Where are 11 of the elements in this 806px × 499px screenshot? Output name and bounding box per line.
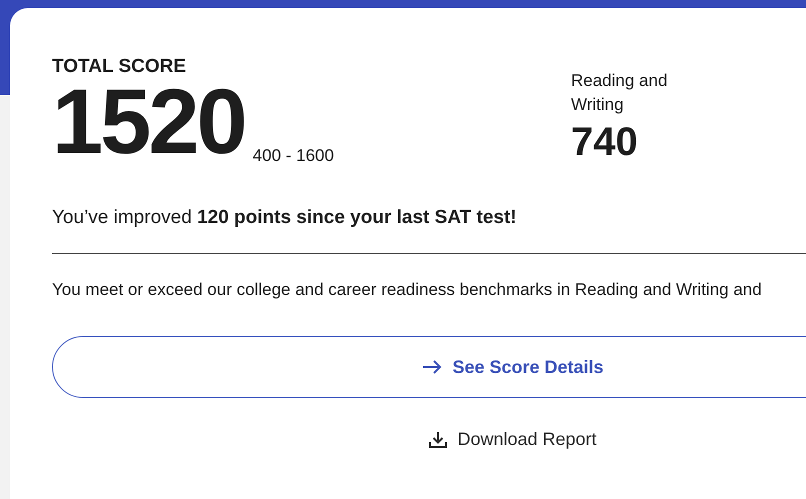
total-score-label: TOTAL SCORE: [52, 56, 188, 78]
score-range: 400 - 1600: [252, 146, 334, 166]
total-score: 1520: [52, 80, 245, 164]
improvement-message: You’ve improved 120 points since your last SAT test!: [52, 207, 518, 229]
section-label: Reading and Writing: [571, 70, 668, 116]
section-score: 740: [571, 119, 639, 165]
see-score-details-button[interactable]: See Score Details: [52, 336, 806, 398]
download-report-link[interactable]: Download Report: [52, 428, 806, 451]
arrow-icon: [422, 360, 442, 374]
benchmark-text: You meet or exceed our college and career readiness benchmarks in Reading and Writing and: [52, 280, 763, 300]
download-icon: [429, 431, 448, 448]
